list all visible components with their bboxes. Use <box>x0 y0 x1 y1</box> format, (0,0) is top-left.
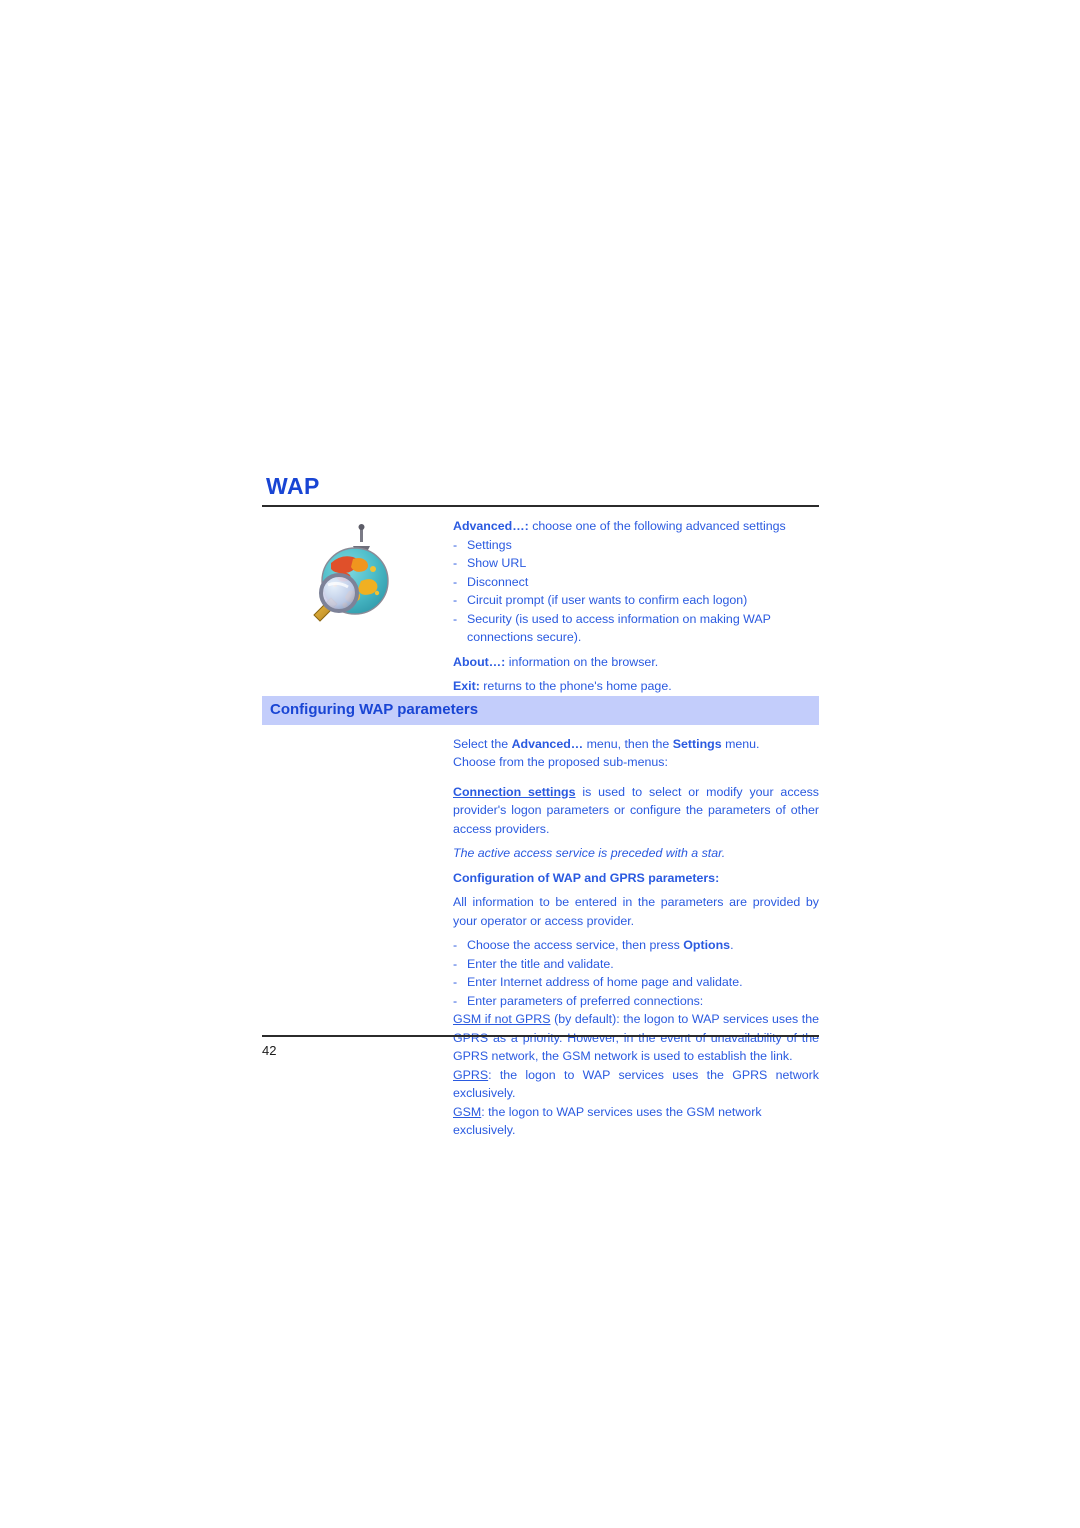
gsm-description: : the logon to WAP services uses the GSM… <box>453 1104 762 1138</box>
list-item-label: Circuit prompt (if user wants to confirm… <box>467 593 748 608</box>
section-banner-title: Configuring WAP parameters <box>270 700 479 718</box>
about-menu-line: About…: information on the browser. <box>453 653 819 672</box>
list-item-label: Settings <box>467 537 512 552</box>
connection-settings-term: Connection settings <box>453 784 576 799</box>
step-text: Enter the title and validate. <box>467 956 614 971</box>
list-item: - Security (is used to access informatio… <box>453 610 819 647</box>
gprs-description: : the logon to WAP services uses the GPR… <box>453 1067 819 1101</box>
choose-submenu-line: Choose from the proposed sub-menus: <box>453 755 668 770</box>
dash-bullet-icon: - <box>453 593 458 608</box>
connection-type-gsm: GSM: the logon to WAP services uses the … <box>453 1103 819 1140</box>
list-item: - Disconnect <box>453 573 819 592</box>
settings-menu-ref: Settings <box>672 736 722 751</box>
select-pre: Select the <box>453 736 512 751</box>
section-banner: Configuring WAP parameters <box>262 695 819 725</box>
dash-bullet-icon: - <box>453 975 458 990</box>
gsm-if-not-gprs-term: GSM if not GPRS <box>453 1012 551 1027</box>
about-description: information on the browser. <box>505 654 659 669</box>
exit-term: Exit: <box>453 679 480 694</box>
connection-settings-paragraph: Connection settings is used to select or… <box>453 783 819 839</box>
advanced-menu-description: Advanced…: choose one of the following a… <box>453 517 819 696</box>
advanced-options-list: - Settings - Show URL - Disconnect - Cir… <box>453 536 819 647</box>
about-term: About…: <box>453 654 506 669</box>
advanced-menu-line: Advanced…: choose one of the following a… <box>453 517 819 536</box>
advanced-menu-ref: Advanced… <box>511 736 584 751</box>
exit-description: returns to the phone's home page. <box>479 679 672 694</box>
dash-bullet-icon: - <box>453 574 458 589</box>
step-text: Enter parameters of preferred connection… <box>467 993 704 1008</box>
dash-bullet-icon: - <box>453 611 458 626</box>
configuration-subheading: Configuration of WAP and GPRS parameters… <box>453 870 720 885</box>
list-item-label: Disconnect <box>467 574 529 589</box>
page-number: 42 <box>262 1043 277 1058</box>
list-item-label: Security (is used to access information … <box>467 611 771 645</box>
dash-bullet-icon: - <box>453 938 458 953</box>
advanced-term: Advanced…: <box>453 519 529 534</box>
list-item: - Show URL <box>453 554 819 573</box>
section-body: Select the Advanced… menu, then the Sett… <box>453 725 819 1140</box>
dash-bullet-icon: - <box>453 956 458 971</box>
exit-menu-line: Exit: returns to the phone's home page. <box>453 677 819 696</box>
connection-type-gprs: GPRS: the logon to WAP services uses the… <box>453 1066 819 1103</box>
select-menu-line: Select the Advanced… menu, then the Sett… <box>453 735 819 754</box>
advanced-description: choose one of the following advanced set… <box>528 519 786 534</box>
dash-bullet-icon: - <box>453 537 458 552</box>
options-key-ref: Options <box>683 938 731 953</box>
globe-with-magnifier-icon <box>287 519 399 631</box>
list-item: - Circuit prompt (if user wants to confi… <box>453 591 819 610</box>
list-item: - Enter Internet address of home page an… <box>453 973 819 992</box>
dash-bullet-icon: - <box>453 993 458 1008</box>
configuration-intro: All information to be entered in the par… <box>453 895 819 928</box>
footer-divider <box>262 1035 819 1037</box>
step-text-end: . <box>730 938 734 953</box>
gprs-term: GPRS <box>453 1067 489 1082</box>
list-item-label: Show URL <box>467 556 527 571</box>
list-item: - Choose the access service, then press … <box>453 936 819 955</box>
page-title: WAP <box>266 473 320 499</box>
connection-type-gsm-if-not-gprs: GSM if not GPRS (by default): the logon … <box>453 1010 819 1066</box>
list-item: - Enter the title and validate. <box>453 955 819 974</box>
intro-block: Advanced…: choose one of the following a… <box>262 507 819 696</box>
list-item: - Enter parameters of preferred connecti… <box>453 992 819 1011</box>
configuration-steps-list: - Choose the access service, then press … <box>453 936 819 1010</box>
step-text: Choose the access service, then press <box>467 938 684 953</box>
document-page: WAP Advanced…: choose one of the followi… <box>0 0 1080 1528</box>
gsm-term: GSM <box>453 1104 482 1119</box>
page-content: WAP Advanced…: choose one of the followi… <box>262 474 819 1140</box>
step-text: Enter Internet address of home page and … <box>467 975 743 990</box>
dash-bullet-icon: - <box>453 556 458 571</box>
select-post: menu. <box>721 736 760 751</box>
select-mid: menu, then the <box>583 736 673 751</box>
list-item: - Settings <box>453 536 819 555</box>
active-service-note: The active access service is preceded wi… <box>453 846 726 861</box>
